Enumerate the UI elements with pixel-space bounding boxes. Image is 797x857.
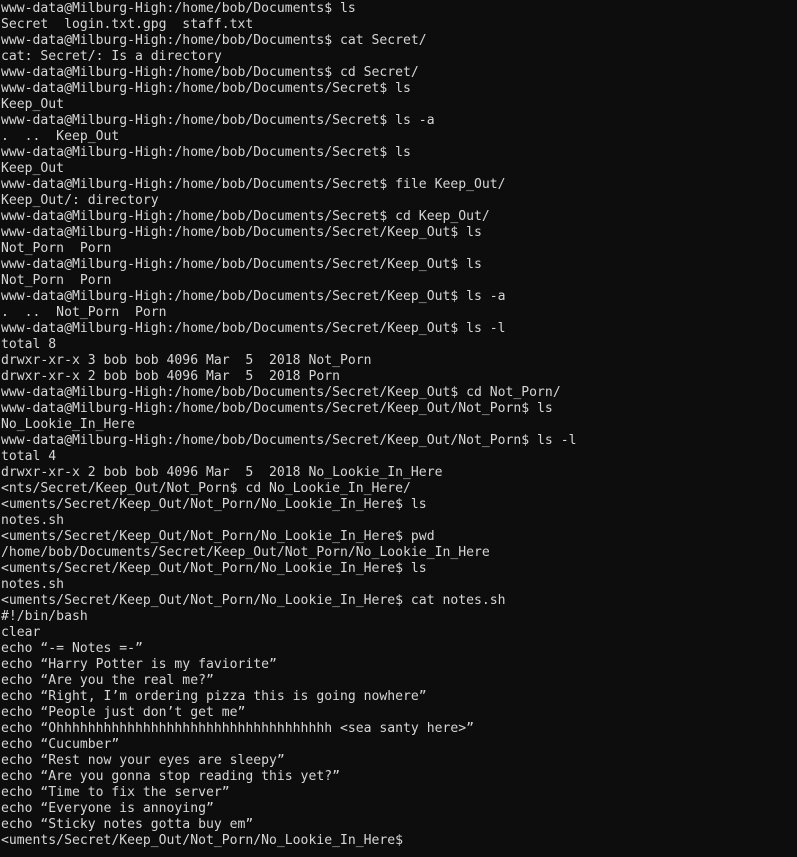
terminal-output-line: echo “People just don’t get me”	[1, 705, 246, 720]
terminal-command-line: www-data@Milburg-High:/home/bob/Document…	[1, 401, 553, 416]
terminal-output-line: notes.sh	[1, 513, 65, 528]
terminal-command-line: www-data@Milburg-High:/home/bob/Document…	[1, 257, 482, 272]
terminal-output-line: echo “Are you the real me?”	[1, 673, 214, 688]
terminal-output-line: total 8	[1, 337, 57, 352]
terminal-output-line: echo “Ohhhhhhhhhhhhhhhhhhhhhhhhhhhhhhhhh…	[1, 721, 474, 736]
terminal-window[interactable]: www-data@Milburg-High:/home/bob/Document…	[0, 0, 797, 857]
terminal-output-line: Not_Porn Porn	[1, 273, 112, 288]
terminal-output-line: Secret login.txt.gpg staff.txt	[1, 17, 254, 32]
terminal-output-line: No_Lookie_In_Here	[1, 417, 136, 432]
terminal-screen[interactable]: www-data@Milburg-High:/home/bob/Document…	[0, 0, 797, 849]
terminal-output-line: echo “Rest now your eyes are sleepy”	[1, 753, 285, 768]
terminal-output-line: drwxr-xr-x 2 bob bob 4096 Mar 5 2018 Por…	[1, 369, 340, 384]
terminal-output-line: echo “Everyone is annoying”	[1, 801, 214, 816]
terminal-output-line: echo “Right, I’m ordering pizza this is …	[1, 689, 427, 704]
terminal-output-line: echo “Time to fix the server”	[1, 785, 230, 800]
terminal-output-line: echo “Are you gonna stop reading this ye…	[1, 769, 340, 784]
terminal-output-line: Keep_Out/: directory	[1, 193, 159, 208]
terminal-command-line: www-data@Milburg-High:/home/bob/Document…	[1, 289, 506, 304]
terminal-command-line: <uments/Secret/Keep_Out/Not_Porn/No_Look…	[1, 593, 506, 608]
terminal-output-line: drwxr-xr-x 3 bob bob 4096 Mar 5 2018 Not…	[1, 353, 372, 368]
terminal-command-line: www-data@Milburg-High:/home/bob/Document…	[1, 209, 490, 224]
terminal-output-line: clear	[1, 625, 41, 640]
terminal-command-line: www-data@Milburg-High:/home/bob/Document…	[1, 33, 427, 48]
terminal-command-line: <nts/Secret/Keep_Out/Not_Porn$ cd No_Loo…	[1, 481, 411, 496]
terminal-output-line: echo “Cucumber”	[1, 737, 120, 752]
terminal-output-line: echo “Harry Potter is my faviorite”	[1, 657, 277, 672]
terminal-output-line: total 4	[1, 449, 57, 464]
terminal-output-line: Keep_Out	[1, 97, 65, 112]
terminal-command-line: www-data@Milburg-High:/home/bob/Document…	[1, 1, 356, 16]
terminal-command-line: www-data@Milburg-High:/home/bob/Document…	[1, 433, 577, 448]
terminal-prompt-line: <uments/Secret/Keep_Out/Not_Porn/No_Look…	[1, 833, 404, 848]
terminal-output-line: cat: Secret/: Is a directory	[1, 49, 222, 64]
terminal-output-line: echo “Sticky notes gotta buy em”	[1, 817, 254, 832]
terminal-command-line: www-data@Milburg-High:/home/bob/Document…	[1, 225, 482, 240]
terminal-output-line: echo “-= Notes =-”	[1, 641, 143, 656]
terminal-command-line: <uments/Secret/Keep_Out/Not_Porn/No_Look…	[1, 529, 435, 544]
terminal-command-line: www-data@Milburg-High:/home/bob/Document…	[1, 385, 561, 400]
terminal-output-line: notes.sh	[1, 577, 65, 592]
terminal-command-line: www-data@Milburg-High:/home/bob/Document…	[1, 145, 411, 160]
terminal-command-line: <uments/Secret/Keep_Out/Not_Porn/No_Look…	[1, 497, 427, 512]
terminal-command-line: www-data@Milburg-High:/home/bob/Document…	[1, 81, 411, 96]
terminal-command-line: <uments/Secret/Keep_Out/Not_Porn/No_Look…	[1, 561, 427, 576]
terminal-output-line: Keep_Out	[1, 161, 65, 176]
terminal-command-line: www-data@Milburg-High:/home/bob/Document…	[1, 65, 419, 80]
terminal-command-line: www-data@Milburg-High:/home/bob/Document…	[1, 321, 506, 336]
terminal-output-line: drwxr-xr-x 2 bob bob 4096 Mar 5 2018 No_…	[1, 465, 443, 480]
terminal-output-line: #!/bin/bash	[1, 609, 88, 624]
terminal-command-line: www-data@Milburg-High:/home/bob/Document…	[1, 113, 435, 128]
terminal-output-line: /home/bob/Documents/Secret/Keep_Out/Not_…	[1, 545, 490, 560]
terminal-output-line: . .. Not_Porn Porn	[1, 305, 167, 320]
terminal-output-line: . .. Keep_Out	[1, 129, 120, 144]
terminal-command-line: www-data@Milburg-High:/home/bob/Document…	[1, 177, 506, 192]
terminal-output-line: Not_Porn Porn	[1, 241, 112, 256]
